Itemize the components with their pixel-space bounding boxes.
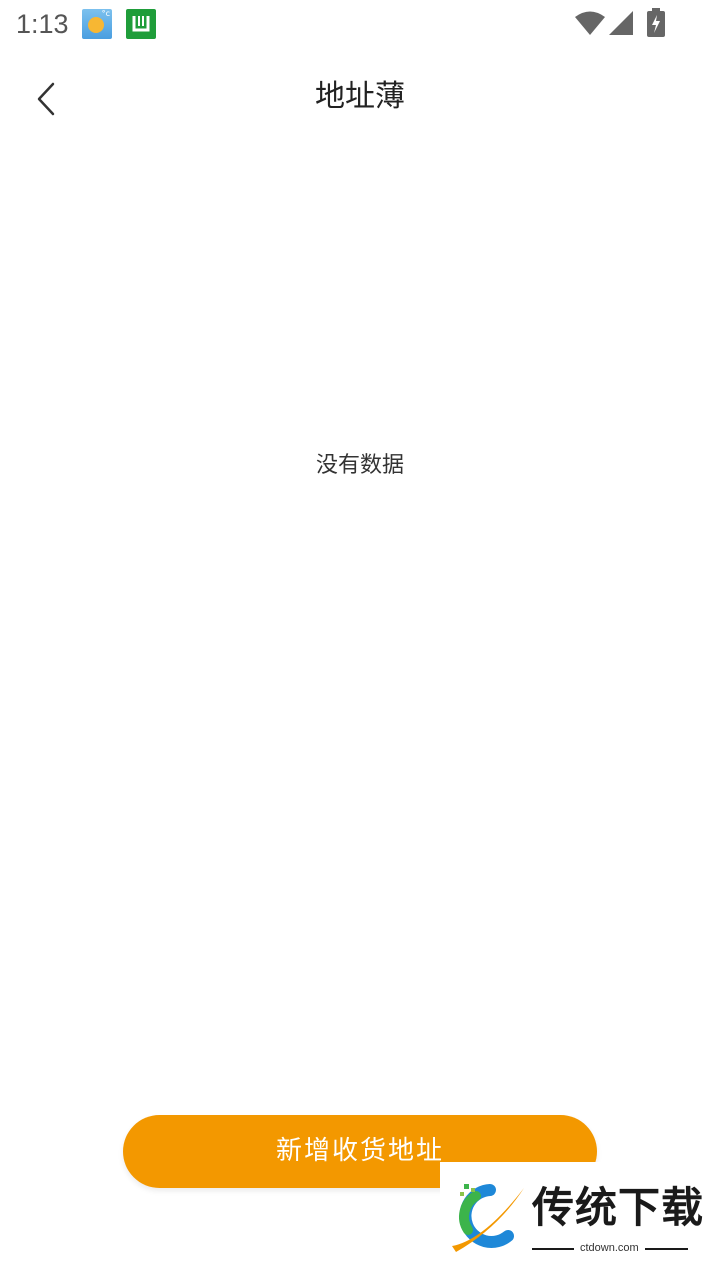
page-title: 地址薄 <box>315 79 405 114</box>
empty-state-message: 没有数据 <box>315 453 404 478</box>
signal-icon <box>607 10 635 40</box>
watermark-logo-icon <box>452 1184 524 1252</box>
status-bar: 1:13 °c <box>0 0 720 48</box>
app-badge-icon <box>126 9 156 39</box>
status-time: 1:13 <box>16 9 69 39</box>
nav-header: 地址薄 <box>0 56 720 140</box>
weather-icon: °c <box>82 9 112 39</box>
watermark-domain: ctdown.com <box>574 1241 645 1255</box>
battery-charging-icon <box>646 8 666 42</box>
wifi-icon <box>574 10 606 40</box>
watermark-brand: 传统下载 <box>532 1183 705 1232</box>
watermark: 传统下载 ctdown.com <box>440 1162 703 1262</box>
